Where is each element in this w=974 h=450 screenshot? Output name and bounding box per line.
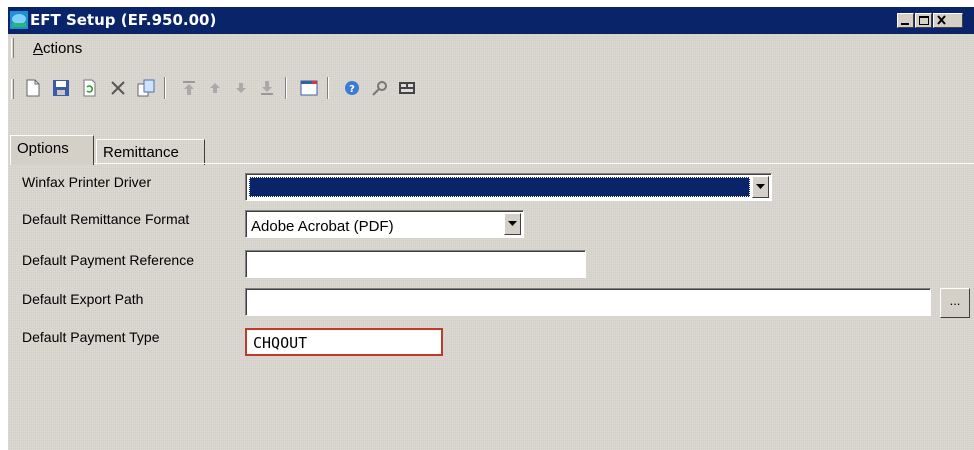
tab-panel-border — [10, 163, 974, 164]
minimize-icon — [901, 23, 909, 25]
menu-actions[interactable]: Actions — [33, 40, 82, 57]
customize-button[interactable] — [369, 77, 391, 99]
first-button[interactable] — [178, 77, 200, 99]
winfax-printer-driver-label: Winfax Printer Driver — [22, 174, 152, 190]
default-payment-type-input[interactable]: CHQOUT — [245, 328, 443, 356]
tab-options[interactable]: Options — [10, 135, 94, 165]
menu-bar: Actions — [8, 34, 974, 63]
default-remittance-format-select[interactable]: Adobe Acrobat (PDF) — [245, 210, 524, 238]
default-payment-reference-input[interactable] — [245, 250, 586, 278]
toolbar: ? — [8, 67, 974, 127]
toolbar-grip — [11, 79, 14, 99]
title-bar[interactable]: EFT Setup (EF.950.00) — [8, 7, 974, 34]
help-icon: ? — [345, 81, 359, 95]
first-icon — [183, 81, 195, 95]
browse-button[interactable]: ... — [940, 288, 970, 318]
customize-icon — [372, 81, 387, 96]
copy-icon — [137, 79, 155, 97]
save-button[interactable] — [50, 77, 72, 99]
svg-text:?: ? — [349, 84, 355, 95]
default-payment-reference-label: Default Payment Reference — [22, 252, 194, 268]
winfax-printer-driver-value — [249, 177, 750, 197]
delete-button[interactable] — [107, 77, 129, 99]
minimize-button[interactable] — [897, 13, 914, 28]
refresh-button[interactable] — [78, 77, 100, 99]
toolbar-separator — [327, 77, 329, 99]
remittance-format-dropdown-button[interactable] — [504, 213, 521, 235]
tab-remittance[interactable]: Remittance — [96, 139, 205, 165]
chevron-down-icon — [508, 221, 517, 226]
default-remittance-format-value: Adobe Acrobat (PDF) — [251, 218, 394, 235]
new-button[interactable] — [22, 77, 44, 99]
last-button[interactable] — [256, 77, 278, 99]
maximize-button[interactable] — [915, 13, 932, 28]
close-button[interactable] — [933, 13, 963, 28]
previous-icon — [210, 83, 220, 93]
maximize-icon — [919, 16, 929, 25]
default-export-path-input[interactable] — [245, 288, 931, 316]
copy-button[interactable] — [135, 77, 157, 99]
menu-actions-label-rest: ctions — [43, 40, 83, 57]
close-icon — [937, 15, 946, 25]
notes-button[interactable] — [298, 77, 320, 99]
notes-icon — [300, 80, 318, 96]
report-icon — [399, 82, 415, 94]
toolbar-separator — [285, 77, 287, 99]
default-payment-type-label: Default Payment Type — [22, 329, 160, 345]
toolbar-separator — [164, 77, 166, 99]
default-export-path-label: Default Export Path — [22, 291, 144, 307]
app-icon — [10, 11, 28, 29]
save-icon — [53, 80, 69, 96]
window-title: EFT Setup (EF.950.00) — [30, 11, 217, 29]
new-icon — [26, 79, 40, 97]
default-remittance-format-label: Default Remittance Format — [22, 211, 190, 227]
eft-setup-window: EFT Setup (EF.950.00) Actions ? Options … — [8, 7, 974, 450]
refresh-icon — [83, 79, 96, 97]
help-button[interactable]: ? — [341, 77, 363, 99]
next-icon — [236, 83, 246, 93]
winfax-dropdown-button[interactable] — [752, 176, 769, 198]
tab-strip: Options Remittance — [8, 131, 974, 165]
winfax-printer-driver-select[interactable] — [245, 173, 772, 201]
next-button[interactable] — [230, 77, 252, 99]
menu-grip — [11, 38, 14, 58]
last-icon — [261, 81, 273, 95]
delete-icon — [111, 81, 125, 95]
previous-button[interactable] — [204, 77, 226, 99]
chevron-down-icon — [756, 184, 765, 189]
menu-actions-mnemonic: A — [33, 40, 44, 57]
report-button[interactable] — [396, 77, 418, 99]
